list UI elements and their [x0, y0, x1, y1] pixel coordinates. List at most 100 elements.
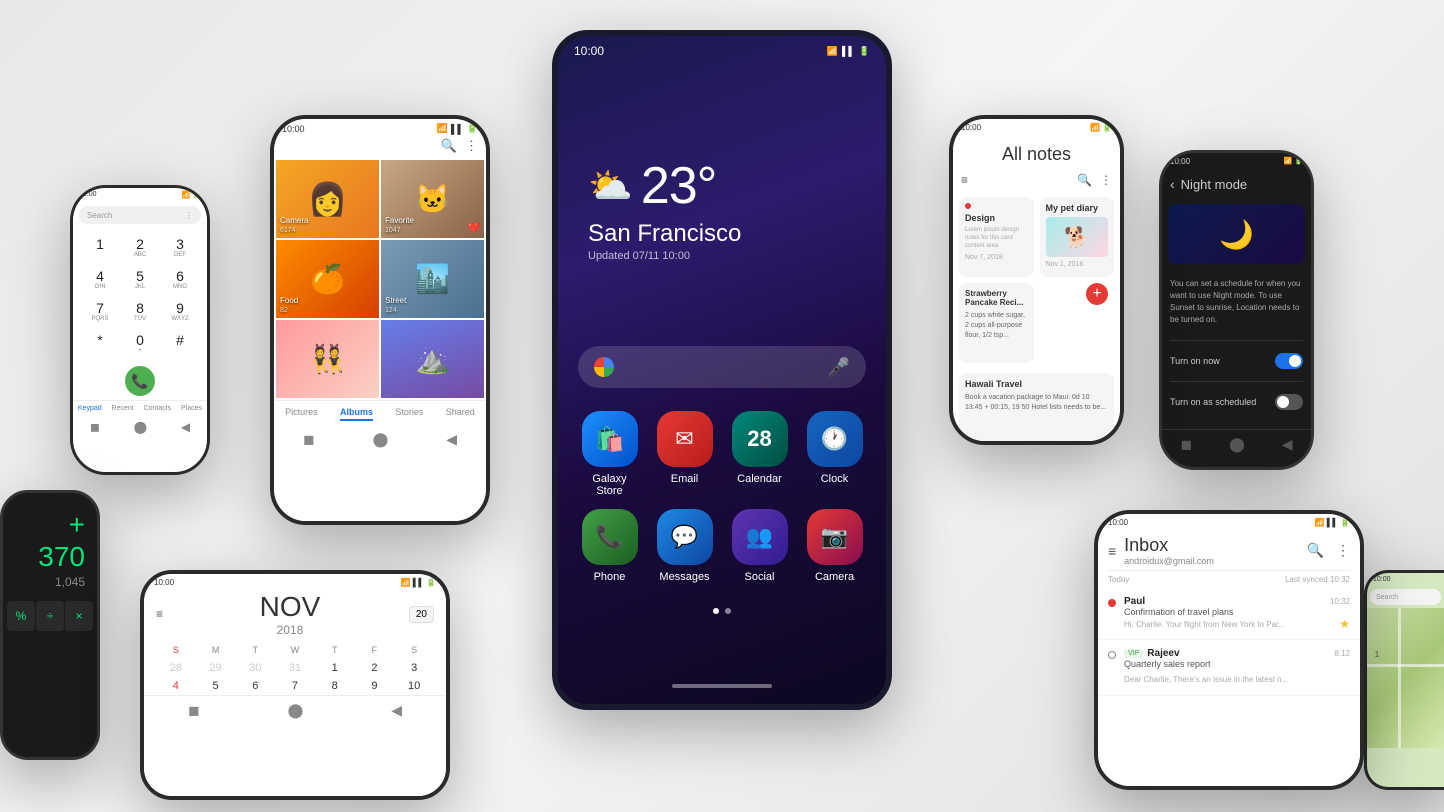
gallery-tab-shared[interactable]: Shared — [446, 407, 475, 421]
dialer-nav-recents[interactable]: ◀ — [181, 420, 190, 434]
cal-day-31[interactable]: 31 — [275, 659, 315, 677]
dialer-key-0[interactable]: 0+ — [121, 328, 159, 358]
night-back-icon[interactable]: ‹ — [1170, 176, 1175, 192]
calc-btn-divide[interactable]: ÷ — [36, 601, 64, 631]
cal-day-10[interactable]: 10 — [394, 677, 434, 695]
note-add-button[interactable]: + — [1086, 283, 1108, 305]
mic-icon[interactable]: 🎤 — [828, 357, 850, 378]
gallery-label-favorite: Favorite1047 — [385, 216, 414, 234]
gallery-search-icon[interactable]: 🔍 — [441, 138, 457, 154]
dialer-key-3[interactable]: 3DEF — [161, 232, 199, 262]
gallery-tab-pictures[interactable]: Pictures — [285, 407, 318, 421]
email-item-paul[interactable]: Paul 10:32 Confirmation of travel plans … — [1098, 588, 1360, 640]
app-messages[interactable]: 💬 Messages — [653, 509, 716, 583]
dialer-key-2[interactable]: 2ABC — [121, 232, 159, 262]
dialer-tab-contacts[interactable]: Contacts — [144, 405, 172, 412]
search-bar[interactable]: 🎤 — [578, 346, 866, 388]
email-item-rajeev[interactable]: VIP Rajeev 8:12 Quarterly sales report D… — [1098, 640, 1360, 696]
cal-nav-back[interactable]: ◼ — [188, 702, 200, 719]
app-galaxy-store[interactable]: 🛍️ GalaxyStore — [578, 411, 641, 497]
cal-nav-recents[interactable]: ◀ — [391, 702, 402, 719]
cal-day-9[interactable]: 9 — [355, 677, 395, 695]
phone-app-icon: 📞 — [582, 509, 638, 565]
dialer-key-8[interactable]: 8TUV — [121, 296, 159, 326]
cal-day-1[interactable]: 1 — [315, 659, 355, 677]
cal-badge[interactable]: 20 — [409, 606, 434, 623]
email-star-paul[interactable]: ★ — [1339, 617, 1350, 631]
notes-search-icon[interactable]: 🔍 — [1077, 173, 1092, 187]
note-card-pancake[interactable]: Strawberry Pancake Reci... 2 cups white … — [959, 283, 1034, 363]
gallery-cell-food[interactable]: Food82 — [276, 240, 379, 318]
map-road-h — [1367, 664, 1444, 667]
notes-hamburger-icon[interactable]: ≡ — [961, 173, 968, 187]
dialer-key-5[interactable]: 5JKL — [121, 264, 159, 294]
cal-day-2[interactable]: 2 — [355, 659, 395, 677]
dialer-tab-recent[interactable]: Recent — [112, 405, 134, 412]
gallery-nav-home[interactable]: ⬤ — [373, 431, 389, 448]
cal-day-29[interactable]: 29 — [196, 659, 236, 677]
dialer-nav-back[interactable]: ◼ — [90, 420, 100, 434]
cal-day-28[interactable]: 28 — [156, 659, 196, 677]
dialer-key-6[interactable]: 6MNO — [161, 264, 199, 294]
map-search-bar[interactable]: Search — [1370, 589, 1441, 605]
email-search-icon[interactable]: 🔍 — [1307, 542, 1324, 559]
cal-day-3[interactable]: 3 — [394, 659, 434, 677]
app-phone[interactable]: 📞 Phone — [578, 509, 641, 583]
camera-label: Camera — [815, 571, 854, 583]
email-hamburger-icon[interactable]: ≡ — [1108, 543, 1116, 559]
dialer-tab-keypad[interactable]: Keypad — [78, 405, 102, 412]
note-card-hawaii[interactable]: Hawaii Travel Book a vacation package to… — [959, 373, 1114, 441]
dialer-nav-home[interactable]: ⬤ — [134, 420, 147, 434]
app-camera[interactable]: 📷 Camera — [803, 509, 866, 583]
dialer-call-button[interactable]: 📞 — [125, 366, 155, 396]
gallery-cell-mountain[interactable] — [381, 320, 484, 398]
night-nav-home[interactable]: ⬤ — [1229, 436, 1245, 453]
night-toggle-on[interactable] — [1275, 353, 1303, 369]
main-time: 10:00 — [574, 44, 604, 58]
gallery-tab-stories[interactable]: Stories — [395, 407, 423, 421]
night-nav-recents[interactable]: ◀ — [1282, 436, 1293, 453]
cal-nav-home[interactable]: ⬤ — [288, 702, 304, 719]
notes-toolbar: ≡ 🔍 ⋮ — [953, 173, 1120, 191]
calc-btn-percent[interactable]: % — [7, 601, 35, 631]
gallery-tab-albums[interactable]: Albums — [340, 407, 373, 421]
cal-day-7[interactable]: 7 — [275, 677, 315, 695]
gallery-more-icon[interactable]: ⋮ — [465, 138, 478, 154]
app-calendar[interactable]: 28 Calendar — [728, 411, 791, 497]
gallery-cell-favorite[interactable]: Favorite1047 ❤️ — [381, 160, 484, 238]
gallery-cell-street[interactable]: Street124 — [381, 240, 484, 318]
cal-status-icons: 📶 ▌▌ 🔋 — [401, 578, 436, 587]
gallery-nav-back[interactable]: ◼ — [303, 431, 315, 448]
app-social[interactable]: 👥 Social — [728, 509, 791, 583]
dialer-key-9[interactable]: 9WXYZ — [161, 296, 199, 326]
calc-btn-multiply[interactable]: × — [65, 601, 93, 631]
gallery-nav-recents[interactable]: ◀ — [446, 431, 457, 448]
dialer-key-4[interactable]: 4GHI — [81, 264, 119, 294]
dialer-key-7[interactable]: 7PQRS — [81, 296, 119, 326]
dialer-key-star[interactable]: * — [81, 328, 119, 358]
cal-day-8[interactable]: 8 — [315, 677, 355, 695]
cal-day-6[interactable]: 6 — [235, 677, 275, 695]
gallery-cell-friends[interactable] — [276, 320, 379, 398]
app-clock[interactable]: 🕐 Clock — [803, 411, 866, 497]
night-toggle-scheduled[interactable] — [1275, 394, 1303, 410]
cal-day-30[interactable]: 30 — [235, 659, 275, 677]
email-more-icon[interactable]: ⋮ — [1336, 542, 1350, 559]
cal-hamburger-icon[interactable]: ≡ — [156, 607, 163, 621]
dialer-key-1[interactable]: 1 — [81, 232, 119, 262]
note-title-design: Design — [965, 213, 1028, 223]
note-card-pet[interactable]: My pet diary 🐕 Nov 1, 2018 — [1040, 197, 1115, 277]
gallery-cell-camera[interactable]: Camera6174 — [276, 160, 379, 238]
notes-more-icon[interactable]: ⋮ — [1100, 173, 1112, 187]
cal-day-4[interactable]: 4 — [156, 677, 196, 695]
dialer-tab-places[interactable]: Places — [181, 405, 202, 412]
dialer-search[interactable]: Search ⋮ — [79, 206, 201, 224]
note-card-design[interactable]: Design Lorem ipsum design notes for this… — [959, 197, 1034, 277]
night-nav-back[interactable]: ◼ — [1180, 436, 1192, 453]
dialer-more-icon[interactable]: ⋮ — [185, 211, 193, 220]
cal-day-5[interactable]: 5 — [196, 677, 236, 695]
app-email[interactable]: ✉ Email — [653, 411, 716, 497]
calc-display: + 370 1,045 — [3, 493, 97, 597]
note-title-pancake: Strawberry Pancake Reci... — [965, 289, 1028, 307]
dialer-key-hash[interactable]: # — [161, 328, 199, 358]
